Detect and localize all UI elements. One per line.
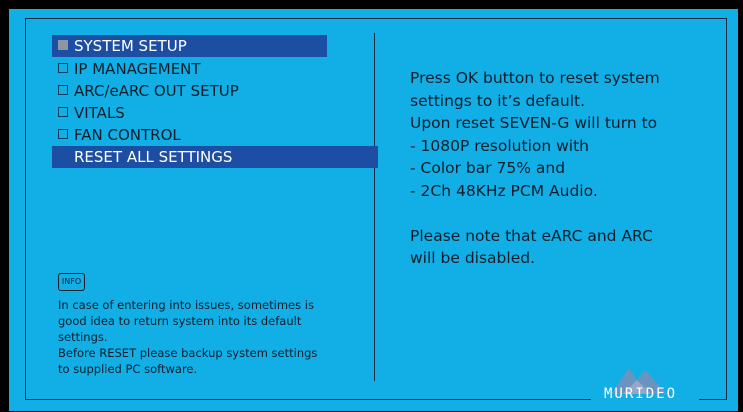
menu-item-label: RESET ALL SETTINGS [74, 148, 233, 166]
checkbox-icon [58, 129, 68, 139]
menu-header[interactable]: SYSTEM SETUP [52, 35, 327, 57]
checkbox-icon [58, 107, 68, 117]
menu-item-reset-all-settings[interactable]: RESET ALL SETTINGS [52, 146, 378, 168]
menu-header-checkbox-icon [58, 40, 68, 50]
info-text: In case of entering into issues, sometim… [58, 298, 318, 376]
checkbox-icon [58, 151, 68, 161]
osd-screen: SYSTEM SETUP IP MANAGEMENT ARC/eARC OUT … [9, 9, 738, 411]
menu-item-arc-earc-out-setup[interactable]: ARC/eARC OUT SETUP [52, 80, 352, 102]
menu-item-label: IP MANAGEMENT [74, 60, 201, 78]
menu-item-vitals[interactable]: VITALS [52, 102, 352, 124]
menu-item-label: FAN CONTROL [74, 126, 181, 144]
brand-name: MURIDEO [604, 386, 678, 402]
reset-message: Press OK button to reset system settings… [410, 69, 660, 267]
menu-item-fan-control[interactable]: FAN CONTROL [52, 124, 352, 146]
brand-logo: MURIDEO [591, 364, 699, 404]
info-icon: INFO [58, 273, 85, 291]
checkbox-icon [58, 85, 68, 95]
menu-header-label: SYSTEM SETUP [74, 37, 187, 55]
menu-item-label: ARC/eARC OUT SETUP [74, 82, 239, 100]
checkbox-icon [58, 63, 68, 73]
settings-menu: SYSTEM SETUP IP MANAGEMENT ARC/eARC OUT … [52, 35, 378, 168]
menu-item-label: VITALS [74, 104, 125, 122]
menu-item-ip-management[interactable]: IP MANAGEMENT [52, 58, 352, 80]
